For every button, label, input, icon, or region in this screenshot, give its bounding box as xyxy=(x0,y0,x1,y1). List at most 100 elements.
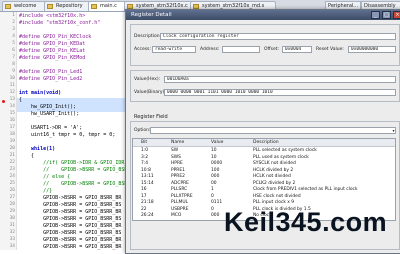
dialog-title: Register Detail xyxy=(126,10,400,20)
maximize-button[interactable]: □ xyxy=(382,11,391,19)
line-number: 3 xyxy=(12,27,15,32)
line-number: 23 xyxy=(9,167,15,172)
cell-name: PPRE2 xyxy=(171,174,185,179)
table-row[interactable]: 3:2 SWS 10 PLL used as system clock xyxy=(133,155,395,161)
value-group xyxy=(130,70,400,102)
table-row[interactable]: 21:18 PLLMUL 0111 PLL input clock x 9 xyxy=(133,200,395,206)
line-number: 24 xyxy=(9,174,15,179)
cell-description: PLL selected as system clock xyxy=(253,148,317,153)
register-info-group xyxy=(130,24,400,66)
register-field-title: Register Field xyxy=(134,114,168,120)
value-binary-input[interactable]: 0000 0000 0001 1101 0000 1010 0000 1010 xyxy=(164,89,396,96)
column-header-value: Value xyxy=(211,140,224,145)
line-number: 5 xyxy=(12,41,15,46)
table-row[interactable]: 15:14 ADCPRE 00 PCLK2 divided by 2 xyxy=(133,181,395,187)
cell-description: SYSCLK not divided xyxy=(253,161,296,166)
code-line: #define GPIO_Pin_Led1 xyxy=(19,69,83,75)
code-line: #include <stm32f10x.h> xyxy=(19,13,86,19)
address-field xyxy=(222,46,260,53)
description-label: Description: xyxy=(134,34,162,39)
close-button[interactable]: × xyxy=(393,11,400,19)
cell-value: 00 xyxy=(211,180,217,186)
line-number: 12 xyxy=(9,90,15,95)
value-hex-input[interactable]: 001D0A0a xyxy=(164,76,396,83)
table-row[interactable]: 7:4 HPRE 0000 SYSCLK not divided xyxy=(133,161,395,167)
cell-name: SWS xyxy=(171,154,181,160)
line-number: 31 xyxy=(9,223,15,228)
cell-value: 0111 xyxy=(211,200,223,205)
cell-bit: 15:14 xyxy=(141,180,154,186)
line-number: 20 xyxy=(9,146,15,151)
line-number: 7 xyxy=(12,55,15,60)
column-header-description: Description xyxy=(253,140,279,145)
code-line: #define GPIO_Pin_KEClock xyxy=(19,34,92,40)
line-number: 30 xyxy=(9,216,15,221)
code-line: #define GPIO_Pin_KELat xyxy=(19,48,86,54)
code-line: #define GPIO_Pin_Led2 xyxy=(19,76,83,82)
line-number: 6 xyxy=(12,48,15,53)
code-line: GPIOB->BSRR = GPIO_BSRR_BS xyxy=(19,202,122,208)
code-line: #define GPIO_Pin_KEDat xyxy=(19,41,86,47)
table-row[interactable]: 13:11 PPRE2 000 HCLK not divided xyxy=(133,174,395,180)
reset-value-field: 0x00000000 xyxy=(348,46,396,53)
table-row[interactable]: 1:0 SW 10 PLL selected as system clock xyxy=(133,148,395,154)
value-hex-label: Value(Hex): xyxy=(134,77,161,82)
line-number: 9 xyxy=(12,69,15,74)
table-row[interactable]: 16 PLLSRC 1 Clock from PREDIV1 selected as … xyxy=(133,187,395,193)
code-line: GPIOB->BSRR = GPIO_BSRR_BR xyxy=(19,237,122,243)
line-number: 29 xyxy=(9,209,15,214)
code-line: //} xyxy=(19,188,53,194)
line-number: 16 xyxy=(9,118,15,123)
reset-value-label: Reset Value: xyxy=(316,47,344,52)
minimize-button[interactable]: _ xyxy=(371,11,380,19)
cell-name: USBPRE xyxy=(171,206,189,212)
address-label: Address: xyxy=(200,47,220,52)
cell-name: PLLXTPRE xyxy=(171,193,193,199)
column-header-bit: Bit xyxy=(141,140,148,145)
tab-label: Repository xyxy=(56,3,83,9)
cell-value: 000 xyxy=(211,213,220,218)
code-line: GPIOB->BSRR = GPIO_BSRR_BR xyxy=(19,244,122,250)
line-number: 18 xyxy=(9,132,15,137)
code-line: GPIOB->BSRR = GPIO_BSRR_BS xyxy=(19,230,122,236)
cell-bit: 16 xyxy=(141,187,147,192)
table-row[interactable]: 17 PLLXTPRE 0 HSE clock not divided xyxy=(133,194,395,200)
line-number: 34 xyxy=(9,244,15,249)
code-line: { xyxy=(19,97,23,103)
code-line: USART1->DR = 'A'; xyxy=(19,125,83,131)
cell-bit: 21:18 xyxy=(141,200,154,205)
code-line: #include "stm32f10x_conf.h" xyxy=(19,20,101,26)
cell-value: 10 xyxy=(211,154,217,160)
table-row[interactable]: 10:8 PPRE1 100 HCLK divided by 2 xyxy=(133,168,395,174)
cell-name: SW xyxy=(171,148,179,153)
chevron-down-icon[interactable]: ▾ xyxy=(391,127,396,134)
description-field: Clock configuration register xyxy=(160,33,396,40)
line-number: 8 xyxy=(12,62,15,67)
access-label: Access: xyxy=(134,47,151,52)
cell-name: PPRE1 xyxy=(171,167,185,173)
option-select[interactable] xyxy=(150,127,396,134)
code-line: { xyxy=(19,153,35,159)
line-number: 11 xyxy=(9,83,15,88)
cell-bit: 26:24 xyxy=(141,213,154,218)
cell-value: 10 xyxy=(211,148,217,153)
cell-bit: 22 xyxy=(141,206,147,212)
code-line: // GPIOB->BSRR = GPIO_BSRR xyxy=(19,181,131,187)
line-number: 26 xyxy=(9,188,15,193)
line-number: 25 xyxy=(9,181,15,186)
line-number: 32 xyxy=(9,230,15,235)
file-icon xyxy=(5,4,11,9)
table-header: Bit Name Value Description xyxy=(133,139,395,147)
cell-description: Clock from PREDIV1 selected as PLL input… xyxy=(253,187,358,192)
column-header-name: Name xyxy=(171,140,185,145)
cell-name: PLLMUL xyxy=(171,200,188,205)
code-line: GPIOB->BSRR = GPIO_BSRR_BR xyxy=(19,223,122,229)
line-number: 22 xyxy=(9,160,15,165)
code-line: uint16_t tmpr = 0, tmpr = 0; xyxy=(19,132,116,138)
line-number: 27 xyxy=(9,195,15,200)
offset-label: Offset: xyxy=(264,47,280,52)
line-number: 33 xyxy=(9,237,15,242)
code-line: int main(void) xyxy=(19,90,62,96)
code-line: //if( GPIOB->IDR & GPIO_IDR_IDR xyxy=(19,160,137,166)
cell-value: 100 xyxy=(211,167,220,173)
